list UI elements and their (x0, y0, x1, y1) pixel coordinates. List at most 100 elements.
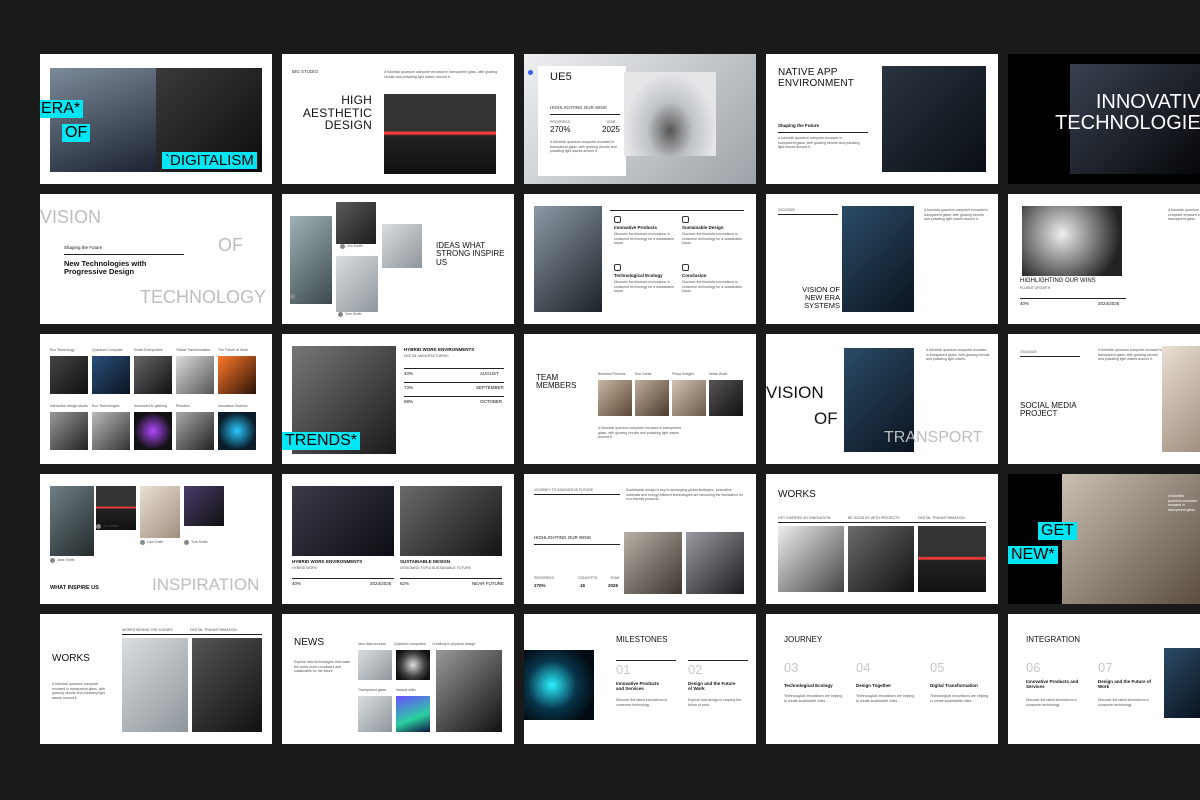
slide-innovative-technologies[interactable]: INNOVATIVE TECHNOLOGIES (1008, 54, 1200, 184)
slide-vision-of-technology[interactable]: VISION OF TECHNOLOGY Shaping the Future … (40, 194, 272, 324)
gallery-label: Innovation Science (218, 404, 248, 408)
hand-photo (358, 650, 392, 680)
gallery-photo (92, 412, 130, 450)
architecture-photo (50, 486, 94, 556)
feature-desc: Discover the futuristic innovations in c… (682, 280, 742, 294)
slide-description: A futuristic quantum computer encased in… (598, 426, 681, 440)
slide-title: HYBRID WORK ENVIRONMENTS (404, 347, 475, 352)
slide-title: MILESTONES (616, 635, 668, 644)
slide-title: HIGHLIGHTING OUR WINS (1020, 278, 1096, 284)
label-year: YEAR (606, 120, 616, 124)
slide-get-new[interactable]: GET NEW* A futuristic quantum computer e… (1008, 474, 1200, 604)
slide-features[interactable]: Innovative Products Discover the futuris… (524, 194, 756, 324)
divider (122, 634, 262, 635)
car-photo (358, 696, 392, 732)
news-label: Creativity in physical design (432, 642, 476, 646)
chip-icon (682, 264, 689, 271)
slide-social-media[interactable]: 2024/2025 SOCIAL MEDIA PROJECT A futuris… (1008, 334, 1200, 464)
slide-vision-transport[interactable]: VISION OF TRANSPORT A futuristic quantum… (766, 334, 998, 464)
card-subtitle: DESIGNING FOR A SUSTAINABLE FUTURE (400, 566, 471, 570)
slide-journey-future[interactable]: JOURNEY TO INNOVATIVE FUTURE Sustainable… (524, 474, 756, 604)
slide-milestones[interactable]: MILESTONES 01 02 Innovative Products and… (524, 614, 756, 744)
slide-description: A futuristic quantum computer encased in… (778, 136, 860, 150)
robot-statue-photo (686, 532, 744, 594)
value-growth: 40% (1020, 301, 1030, 306)
member-name: Nolan Budd (709, 372, 728, 376)
row-value: 73% (404, 385, 414, 390)
slide-description: A futuristic quantum computer encased in… (52, 682, 105, 700)
highlight-digitalism: `DIGITALISM (162, 152, 257, 169)
abstract-shape-photo (140, 486, 180, 538)
tablet-photo (122, 638, 188, 732)
person-name: Jon Smith (347, 244, 363, 248)
gallery-photo (50, 412, 88, 450)
phone-photo (778, 526, 844, 592)
divider (550, 114, 620, 115)
divider (64, 254, 184, 255)
gallery-label: Interactive design studio (50, 404, 88, 408)
row-month: OCTOBER (480, 399, 503, 404)
divider (778, 522, 986, 523)
phone-product-photo (184, 486, 224, 526)
mask-photo (336, 202, 376, 244)
highlight-trends: TRENDS* (282, 432, 361, 450)
slide-vision-new-era[interactable]: 2024/2025 VISION OF NEW ERA SYSTEMS A fu… (766, 194, 998, 324)
sculpture-photo (624, 532, 682, 594)
word-technology: TECHNOLOGY (140, 287, 267, 307)
slide-works-a[interactable]: WORKS GET INSPIRED BY INNOVATION BE GOOD… (766, 474, 998, 604)
slide-team-members[interactable]: TEAM MEMBERS Benedict Parsons Kim Carter F… (524, 334, 756, 464)
slide-news[interactable]: NEWS Explore new technologies that make … (282, 614, 514, 744)
slide-ideas-inspire[interactable]: IDEAS WHAT STRONG INSPIRE US Jon Smith L… (282, 194, 514, 324)
slide-ue5[interactable]: UE5 HIGHLIGHTING OUR WINS PROGRESS YEAR … (524, 54, 756, 184)
step-number: 04 (856, 660, 871, 675)
divider (688, 660, 748, 661)
slide-hybrid-sustainable[interactable]: HYBRID WORK ENVIRONMENTS HYBRID WORK SUS… (282, 474, 514, 604)
value: NEAR FUTURE (472, 581, 505, 586)
step-title: Technological Ecology (784, 683, 833, 688)
value-period: 2024/2025 (1098, 301, 1120, 306)
avatar (50, 558, 55, 563)
slide-integration[interactable]: INTEGRATION 06 07 Innovative Products an… (1008, 614, 1200, 744)
step-title: Design and the Future of Work (1098, 679, 1152, 689)
step-number: 06 (1026, 660, 1041, 675)
hand-phone-photo (882, 66, 986, 172)
slide-hybrid-trends[interactable]: HYBRID WORK ENVIRONMENTS DIGITAL MANUFAC… (282, 334, 514, 464)
label: CONCEPTS (578, 576, 598, 580)
slide-gallery-grid[interactable]: Eco Technology Quantum Computer Smart Ever… (40, 334, 272, 464)
slide-title: INTEGRATION (1026, 635, 1081, 644)
hand-watch-photo (1162, 346, 1200, 452)
slide-title: UE5 (550, 71, 572, 83)
slide-high-aesthetic-design[interactable]: BIG STUDIO A futuristic quantum computer… (282, 54, 514, 184)
slide-era-of-digitalism[interactable]: ERA* OF `DIGITALISM (40, 54, 272, 184)
slide-inspiration[interactable]: Jon Smith Liza Smith Tom Smith Jane Smit… (40, 474, 272, 604)
column-label: DIGITAL TRANSFORMATION (190, 628, 237, 632)
news-label: Quantum computers (394, 642, 426, 646)
feature-desc: Discover the futuristic innovations in c… (682, 232, 742, 246)
divider (404, 382, 504, 383)
row-value: 40% (404, 371, 414, 376)
gallery-photo (218, 356, 256, 394)
step-title: Innovative Products and Services (616, 681, 660, 691)
gallery-photo (92, 356, 130, 394)
slide-native-app[interactable]: NATIVE APP ENVIRONMENT Shaping the Futur… (766, 54, 998, 184)
highlight-get: GET (1038, 522, 1077, 540)
slide-journey[interactable]: JOURNEY 03 04 05 Technological Ecology D… (766, 614, 998, 744)
card-title: SUSTAINABLE DESIGN (400, 559, 451, 564)
divider (534, 494, 620, 495)
helmet-photo (336, 256, 378, 312)
step-desc: Technological innovations are helping to… (930, 694, 989, 703)
slide-title: NEWS (294, 637, 324, 648)
word-of: OF (814, 409, 838, 428)
slide-title: NATIVE APP ENVIRONMENT (778, 67, 855, 89)
slide-works-b[interactable]: WORKS A futuristic quantum computer enca… (40, 614, 272, 744)
highlight-new: NEW* (1008, 546, 1058, 564)
brand-dot-icon (528, 70, 533, 75)
slide-title: JOURNEY (784, 635, 823, 644)
avatar (184, 540, 189, 545)
slide-description: Explore new technologies that make the w… (294, 660, 351, 674)
step-desc: Technological innovations are helping to… (784, 694, 843, 703)
gallery-photo (50, 356, 88, 394)
slide-highlighting-wins[interactable]: A futuristic quantum computer encased in… (1008, 194, 1200, 324)
date-label: 2024/2025 (778, 208, 795, 212)
value: 2024/2025 (370, 581, 392, 586)
